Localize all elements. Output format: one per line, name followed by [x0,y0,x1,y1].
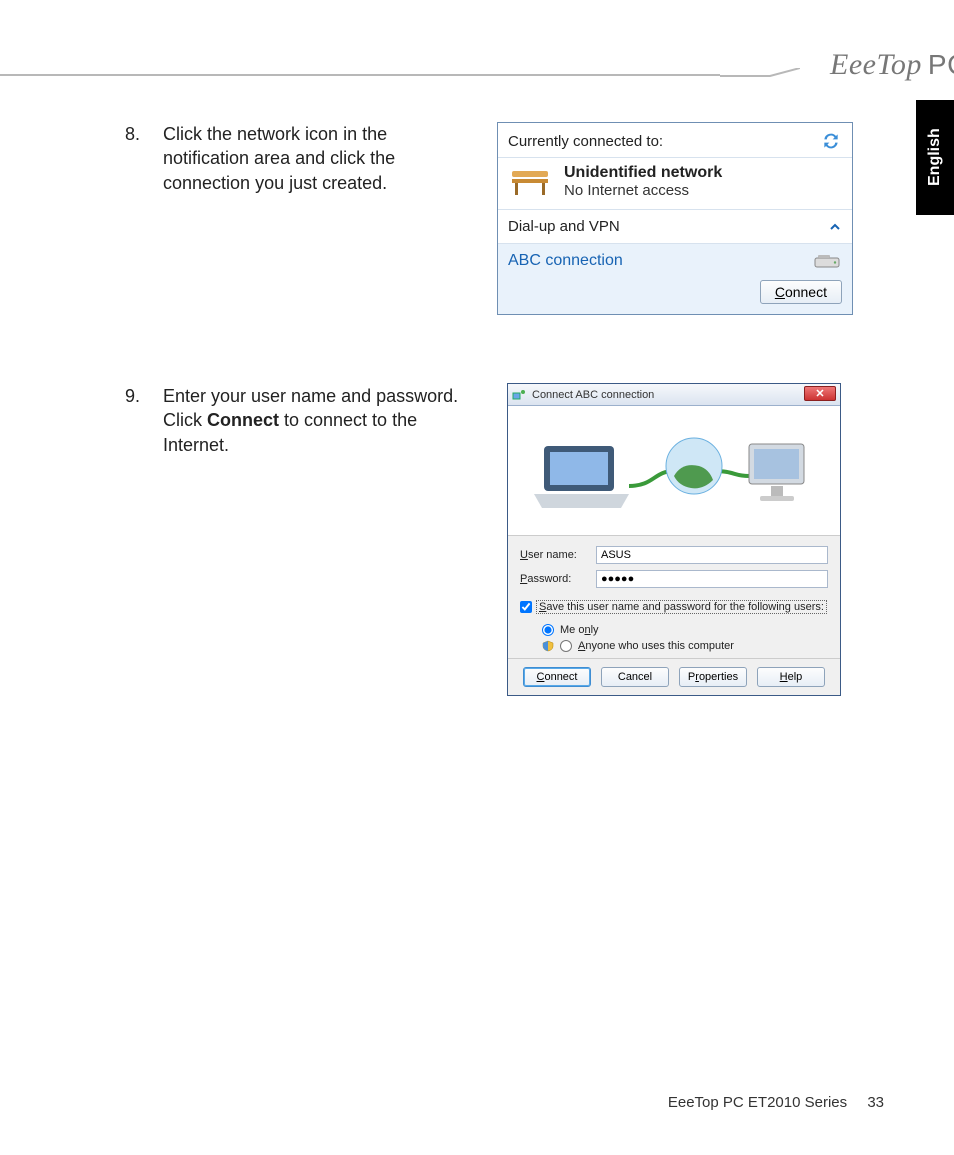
save-for-radiogroup: Me only Anyone who uses this computer [520,624,828,652]
dialog-properties-button[interactable]: Properties [679,667,747,687]
header-rule [0,74,720,76]
header-rule-slope [720,68,800,86]
step-8-number: 8. [125,122,140,146]
step-8: 8. Click the network icon in the notific… [163,122,463,195]
refresh-icon[interactable] [820,131,842,151]
password-label: Password: [520,573,586,585]
flyout-title: Currently connected to: [508,133,663,150]
network-flyout: Currently connected to: Unidentified net… [497,122,853,315]
radio-anyone[interactable] [560,640,572,652]
brand-name: EeeTop [830,48,922,81]
footer-series: EeeTop PC ET2010 Series [668,1094,847,1111]
shield-icon [542,640,554,652]
footer-page-number: 33 [867,1094,884,1111]
username-row: User name: [520,546,828,564]
dialog-connect-button[interactable]: Connect [523,667,591,687]
connect-button-label: onnect [785,284,827,300]
flyout-header: Currently connected to: [498,123,852,158]
radio-anyone-label: Anyone who uses this computer [578,640,734,652]
close-icon[interactable]: ✕ [804,386,836,401]
password-field[interactable] [596,570,828,588]
network-name: Unidentified network [564,164,722,182]
connect-button-label-u: C [775,284,785,300]
step-9-bold: Connect [207,410,279,430]
dialog-body: User name: Password: Save this user name… [508,536,840,658]
radio-me-only[interactable] [542,624,554,636]
section-dialup-vpn[interactable]: Dial-up and VPN [498,210,852,244]
section-label: Dial-up and VPN [508,218,620,235]
connection-item[interactable]: ABC connection Connect [498,244,852,314]
connection-name: ABC connection [508,252,623,270]
step-9-number: 9. [125,384,140,408]
username-label: User name: [520,549,586,561]
username-field[interactable] [596,546,828,564]
current-network-text: Unidentified network No Internet access [564,164,722,199]
dialog-titlebar: Connect ABC connection ✕ [508,384,840,406]
dialog-title-icon [512,388,526,402]
step-8-text: Click the network icon in the notificati… [163,124,395,193]
modem-icon [814,252,842,270]
dialog-button-row: Connect Cancel Properties Help [508,658,840,695]
language-tab: English [916,100,954,215]
connect-button[interactable]: Connect [760,280,842,304]
password-row: Password: [520,570,828,588]
dialog-title: Connect ABC connection [532,389,654,401]
dialog-hero-image [508,406,840,536]
dialog-cancel-button[interactable]: Cancel [601,667,669,687]
language-label: English [926,129,944,187]
step-9: 9. Enter your user name and password. Cl… [163,384,483,457]
brand-logo: EeeTopPC [830,48,954,82]
connect-dialog: Connect ABC connection ✕ User name: [507,383,841,696]
current-network-row: Unidentified network No Internet access [498,158,852,210]
save-credentials-row: Save this user name and password for the… [520,600,828,614]
page-footer: EeeTop PC ET2010 Series 33 [668,1094,884,1111]
chevron-up-icon [828,220,842,234]
dialog-help-button[interactable]: Help [757,667,825,687]
save-credentials-label: Save this user name and password for the… [536,600,827,614]
bench-icon [508,165,552,199]
radio-me-only-label: Me only [560,624,599,636]
network-status: No Internet access [564,182,722,199]
brand-suffix: PC [928,49,954,80]
save-credentials-checkbox[interactable] [520,601,532,613]
